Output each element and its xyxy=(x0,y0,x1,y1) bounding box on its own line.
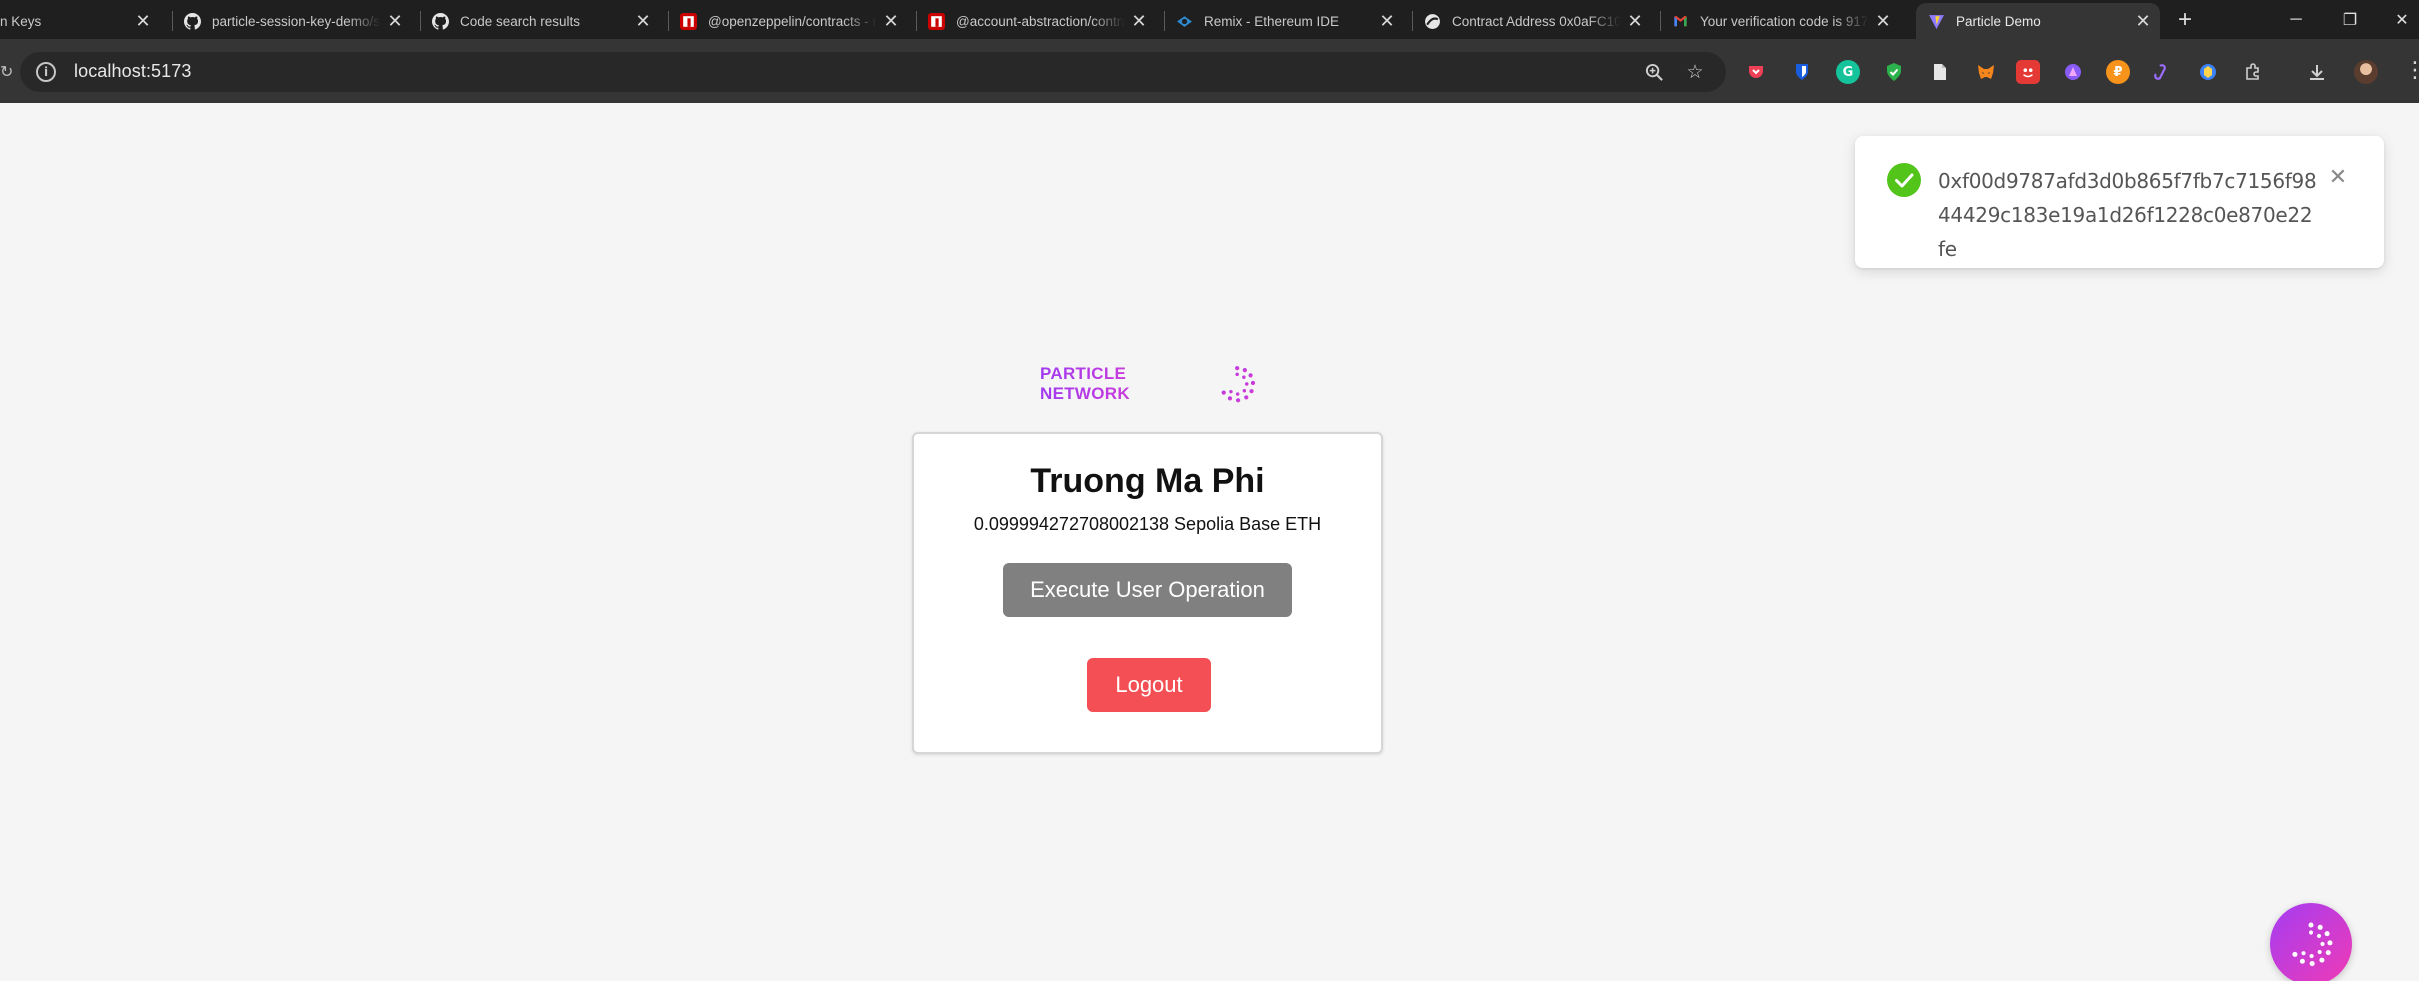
minimize-button[interactable]: ─ xyxy=(2266,0,2326,39)
gmail-icon xyxy=(1672,13,1689,30)
red-extension-icon[interactable] xyxy=(2016,60,2040,84)
github-icon xyxy=(184,12,201,30)
vite-icon xyxy=(1928,13,1945,30)
wallet-extension-icon[interactable] xyxy=(2196,60,2220,84)
basescan-icon xyxy=(1424,13,1441,30)
tab-close-icon[interactable]: ✕ xyxy=(2129,7,2157,35)
zoom-icon[interactable] xyxy=(1642,60,1666,84)
tab-close-icon[interactable]: ✕ xyxy=(129,7,157,35)
url-text[interactable]: localhost:5173 xyxy=(74,61,192,82)
tab-strip: n Keys ✕ particle-session-key-demo/src ✕… xyxy=(0,0,2419,39)
tab-title: particle-session-key-demo/src xyxy=(212,13,381,29)
tab-code-search[interactable]: Code search results ✕ xyxy=(420,3,660,39)
address-bar[interactable] xyxy=(20,52,1726,92)
plus-icon: + xyxy=(2177,6,2192,33)
more-menu-icon[interactable]: ⋮ xyxy=(2404,58,2419,83)
tab-remix[interactable]: Remix - Ethereum IDE ✕ xyxy=(1164,3,1404,39)
bitwarden-extension-icon[interactable] xyxy=(1790,60,1814,84)
tab-npm-account-abstraction[interactable]: @account-abstraction/contracts ✕ xyxy=(916,3,1156,39)
tab-title: Your verification code is 917 xyxy=(1700,13,1869,29)
account-card: Truong Ma Phi 0.099994272708002138 Sepol… xyxy=(912,432,1383,754)
tab-close-icon[interactable]: ✕ xyxy=(1621,7,1649,35)
balance-text: 0.099994272708002138 Sepolia Base ETH xyxy=(973,514,1322,534)
metamask-extension-icon[interactable] xyxy=(1974,60,1998,84)
tab-close-icon[interactable]: ✕ xyxy=(1373,7,1401,35)
purple-extension-icon[interactable] xyxy=(2061,60,2085,84)
tab-gmail[interactable]: Your verification code is 917 ✕ xyxy=(1660,3,1900,39)
link-extension-icon[interactable] xyxy=(2150,60,2174,84)
new-tab-button[interactable]: + xyxy=(2170,5,2200,35)
tab-close-icon[interactable]: ✕ xyxy=(877,7,905,35)
logo-text: PARTICLE NETWORK xyxy=(1040,364,1214,404)
tab-close-icon[interactable]: ✕ xyxy=(1125,7,1153,35)
site-info-icon[interactable]: i xyxy=(36,62,56,82)
reload-icon[interactable]: ↻ xyxy=(0,62,13,82)
tab-keys[interactable]: n Keys ✕ xyxy=(0,3,160,39)
tab-close-icon[interactable]: ✕ xyxy=(629,7,657,35)
restore-button[interactable]: ❐ xyxy=(2320,0,2380,39)
remix-icon xyxy=(1176,13,1193,30)
execute-user-operation-button[interactable]: Execute User Operation xyxy=(1003,563,1292,617)
tab-title: @openzeppelin/contracts - npm xyxy=(708,13,877,29)
logout-button[interactable]: Logout xyxy=(1087,658,1211,712)
particle-wallet-button[interactable] xyxy=(2270,903,2352,981)
minimize-icon: ─ xyxy=(2290,10,2302,28)
pocket-extension-icon[interactable] xyxy=(1744,60,1768,84)
tab-npm-openzeppelin[interactable]: @openzeppelin/contracts - npm ✕ xyxy=(668,3,908,39)
particle-network-logo: PARTICLE NETWORK xyxy=(1040,362,1256,406)
npm-icon xyxy=(680,12,697,30)
tab-title: Remix - Ethereum IDE xyxy=(1204,13,1340,29)
extensions-puzzle-icon[interactable] xyxy=(2241,60,2265,84)
github-icon xyxy=(432,12,449,30)
success-toast: 0xf00d9787afd3d0b865f7fb7c7156f9844429c1… xyxy=(1855,136,2384,268)
tab-title: @account-abstraction/contracts xyxy=(956,13,1125,29)
toast-message: 0xf00d9787afd3d0b865f7fb7c7156f9844429c1… xyxy=(1938,169,2317,261)
tab-title: n Keys xyxy=(0,13,42,29)
npm-icon xyxy=(928,12,945,30)
download-icon[interactable] xyxy=(2305,60,2329,84)
coin-extension-icon[interactable]: ₽ xyxy=(2106,60,2130,84)
tab-basescan[interactable]: Contract Address 0x0aFC10c ✕ xyxy=(1412,3,1652,39)
tab-title: Code search results xyxy=(460,13,581,29)
close-icon: ✕ xyxy=(2395,11,2409,29)
tab-close-icon[interactable]: ✕ xyxy=(1869,7,1897,35)
tab-close-icon[interactable]: ✕ xyxy=(381,7,409,35)
profile-avatar[interactable] xyxy=(2354,60,2378,84)
toast-close-icon[interactable]: ✕ xyxy=(2325,164,2351,190)
particle-logo-icon xyxy=(1221,366,1255,403)
check-circle-icon xyxy=(1887,163,1921,197)
document-extension-icon[interactable] xyxy=(1928,60,1952,84)
tab-particle-demo[interactable]: Particle Demo ✕ xyxy=(1916,3,2160,39)
particle-logo-icon xyxy=(2292,922,2333,967)
shield-check-extension-icon[interactable] xyxy=(1882,60,1906,84)
grammarly-extension-icon[interactable]: G xyxy=(1836,60,1860,84)
tab-title: Contract Address 0x0aFC10c xyxy=(1452,13,1621,29)
user-name: Truong Ma Phi xyxy=(1030,462,1265,500)
tab-title: Particle Demo xyxy=(1956,13,2041,29)
restore-icon: ❐ xyxy=(2342,10,2358,29)
close-window-button[interactable]: ✕ xyxy=(2372,0,2419,39)
bookmark-star-icon[interactable]: ☆ xyxy=(1683,60,1707,84)
tab-github-session-key-demo[interactable]: particle-session-key-demo/src ✕ xyxy=(172,3,412,39)
